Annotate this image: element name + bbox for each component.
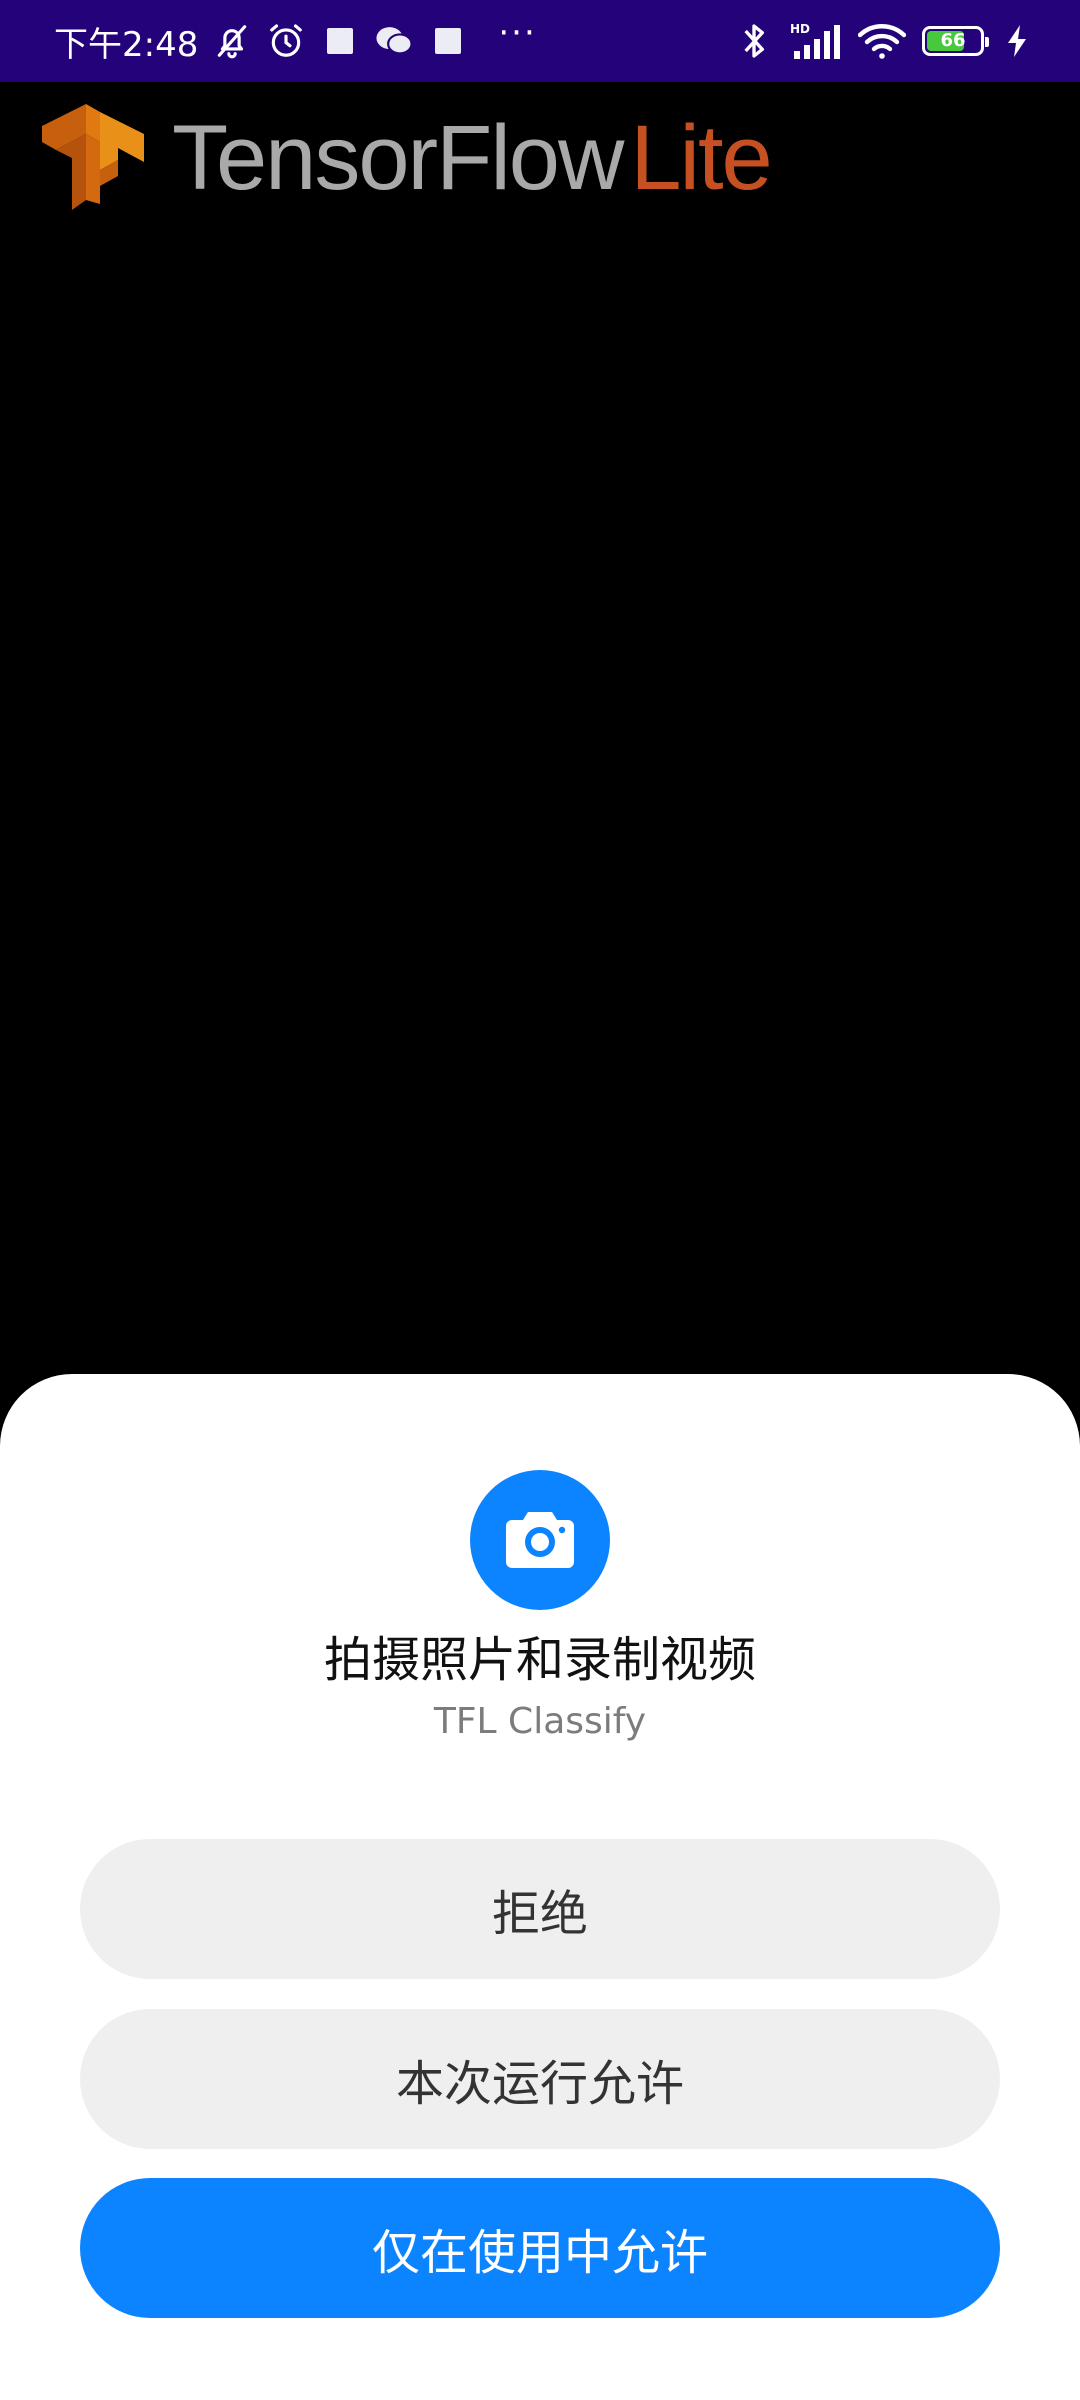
charging-icon (1006, 21, 1030, 61)
brand-accent: Lite (630, 107, 772, 209)
tensorflow-logo-icon (42, 104, 144, 210)
alarm-clock-icon (266, 21, 306, 61)
bluetooth-icon (734, 21, 774, 61)
wechat-icon (374, 21, 414, 61)
status-time: 下午2:48 (54, 24, 199, 65)
app-name: TFL Classify (433, 1701, 647, 1742)
app-screen: 下午2:48 ··· HD 66 TensorFlowLite 拍摄照片和录制视… (0, 0, 1080, 2400)
muted-bell-icon (212, 21, 252, 61)
more-notifications-icon: ··· (498, 13, 537, 53)
hd-badge: HD (790, 22, 810, 36)
allow-once-button[interactable]: 本次运行允许 (80, 2009, 1000, 2149)
notification-square-icon (428, 21, 468, 61)
hd-signal-icon: HD (790, 21, 842, 61)
deny-button[interactable]: 拒绝 (80, 1839, 1000, 1979)
battery-icon: 66 (922, 26, 989, 56)
app-header: TensorFlowLite (42, 104, 773, 216)
status-bar: 下午2:48 ··· HD 66 (0, 0, 1080, 82)
permission-dialog: 拍摄照片和录制视频 TFL Classify 拒绝 本次运行允许 仅在使用中允许 (0, 1374, 1080, 2400)
status-left: 下午2:48 ··· (54, 0, 537, 82)
notification-square-icon (320, 21, 360, 61)
battery-level: 66 (940, 30, 966, 51)
brand-main: TensorFlow (172, 107, 624, 209)
permission-title: 拍摄照片和录制视频 (323, 1632, 756, 1688)
status-right: HD 66 (734, 0, 1030, 82)
camera-icon (470, 1470, 610, 1610)
brand-wordmark: TensorFlowLite (172, 112, 773, 204)
wifi-icon (858, 21, 906, 61)
allow-while-using-button[interactable]: 仅在使用中允许 (80, 2178, 1000, 2318)
